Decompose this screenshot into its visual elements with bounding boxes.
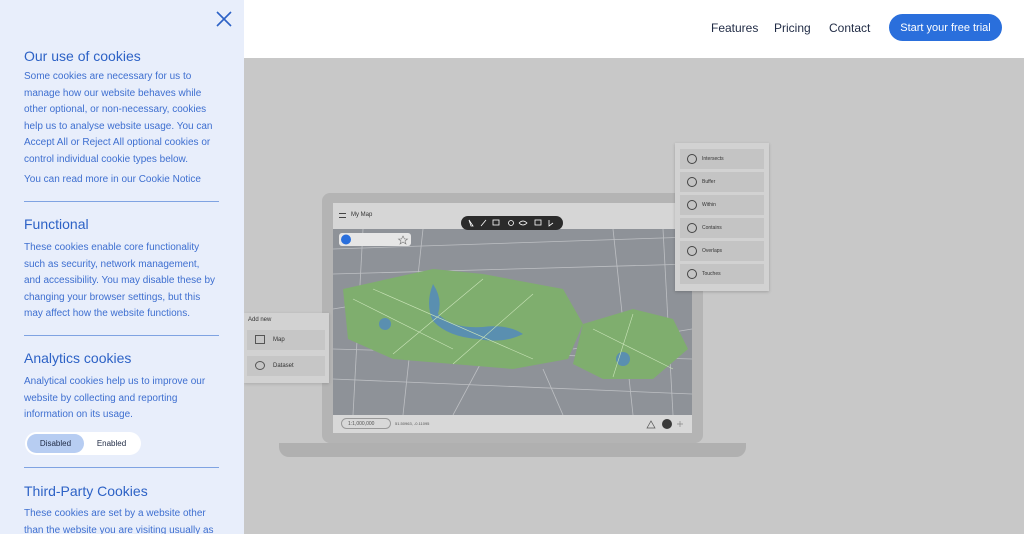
functional-text: These cookies enable core functionality … bbox=[24, 242, 216, 319]
cookies-intro-text: Some cookies are necessary for us to man… bbox=[24, 71, 213, 165]
map-toolbar bbox=[461, 216, 563, 230]
analytics-toggle: Disabled Enabled bbox=[25, 432, 141, 455]
within-icon bbox=[687, 200, 697, 210]
app-title: My Map bbox=[351, 212, 373, 218]
touches-icon bbox=[687, 269, 697, 279]
thirdparty-title: Third-Party Cookies bbox=[24, 483, 148, 499]
nav-contact-link[interactable]: Contact bbox=[829, 21, 870, 35]
toolbar-icons bbox=[468, 219, 554, 227]
tool-within-label: Within bbox=[702, 202, 716, 208]
cookies-title: Our use of cookies bbox=[24, 48, 141, 64]
add-dataset-item: Dataset bbox=[247, 356, 325, 376]
tool-touches-label: Touches bbox=[702, 271, 721, 277]
functional-title: Functional bbox=[24, 216, 89, 232]
map-coordinates: 51.50963, -0.11095 bbox=[395, 421, 430, 426]
city-map-graphic bbox=[333, 229, 692, 415]
divider bbox=[24, 201, 219, 202]
analytics-text: Analytical cookies help us to improve ou… bbox=[24, 376, 206, 420]
app-status-bar: 1:1,000,000 51.50963, -0.11095 bbox=[333, 415, 692, 433]
divider bbox=[24, 467, 219, 468]
map-search-bar bbox=[339, 233, 411, 246]
close-icon[interactable] bbox=[213, 8, 235, 30]
nav-pricing-link[interactable]: Pricing bbox=[774, 21, 811, 35]
map-illustration bbox=[333, 229, 692, 415]
tool-within: Within bbox=[680, 195, 764, 215]
tool-touches: Touches bbox=[680, 264, 764, 284]
tool-contains-label: Contains bbox=[702, 225, 722, 231]
overlaps-icon bbox=[687, 246, 697, 256]
tool-overlaps-label: Overlaps bbox=[702, 248, 723, 254]
toggle-enabled-option[interactable]: Enabled bbox=[84, 434, 139, 453]
laptop-screen: My Map 1:1,000,000 51.50963, -0.11095 bbox=[333, 203, 692, 433]
buffer-icon bbox=[687, 177, 697, 187]
laptop-base bbox=[279, 443, 746, 457]
dataset-icon bbox=[255, 361, 265, 370]
tool-buffer-label: Buffer bbox=[702, 179, 716, 185]
spatial-tools-panel: Intersects Buffer Within Contains Overla… bbox=[675, 143, 769, 291]
start-free-trial-button[interactable]: Start your free trial bbox=[889, 14, 1002, 41]
tool-intersects-label: Intersects bbox=[702, 156, 724, 162]
tool-contains: Contains bbox=[680, 218, 764, 238]
tool-intersects: Intersects bbox=[680, 149, 764, 169]
add-map-item: Map bbox=[247, 330, 325, 350]
contains-icon bbox=[687, 223, 697, 233]
analytics-title: Analytics cookies bbox=[24, 350, 132, 366]
tool-overlaps: Overlaps bbox=[680, 241, 764, 261]
status-icons bbox=[646, 419, 683, 429]
nav-features-link[interactable]: Features bbox=[711, 21, 758, 35]
thirdparty-text: These cookies are set by a website other… bbox=[24, 508, 214, 534]
add-map-label: Map bbox=[273, 337, 285, 343]
intersects-icon bbox=[687, 154, 697, 164]
add-dataset-label: Dataset bbox=[273, 363, 294, 369]
toggle-disabled-option[interactable]: Disabled bbox=[27, 434, 84, 453]
cookie-preferences-panel: Our use of cookies Some cookies are nece… bbox=[0, 0, 244, 534]
scale-selector[interactable]: 1:1,000,000 bbox=[341, 418, 391, 429]
add-new-panel: Add new Map Dataset bbox=[244, 313, 329, 383]
tool-buffer: Buffer bbox=[680, 172, 764, 192]
map-icon bbox=[255, 335, 265, 344]
cookie-notice-link[interactable]: You can read more in our Cookie Notice bbox=[24, 172, 218, 189]
menu-icon bbox=[339, 213, 346, 218]
add-new-title: Add new bbox=[248, 317, 272, 323]
divider bbox=[24, 335, 219, 336]
